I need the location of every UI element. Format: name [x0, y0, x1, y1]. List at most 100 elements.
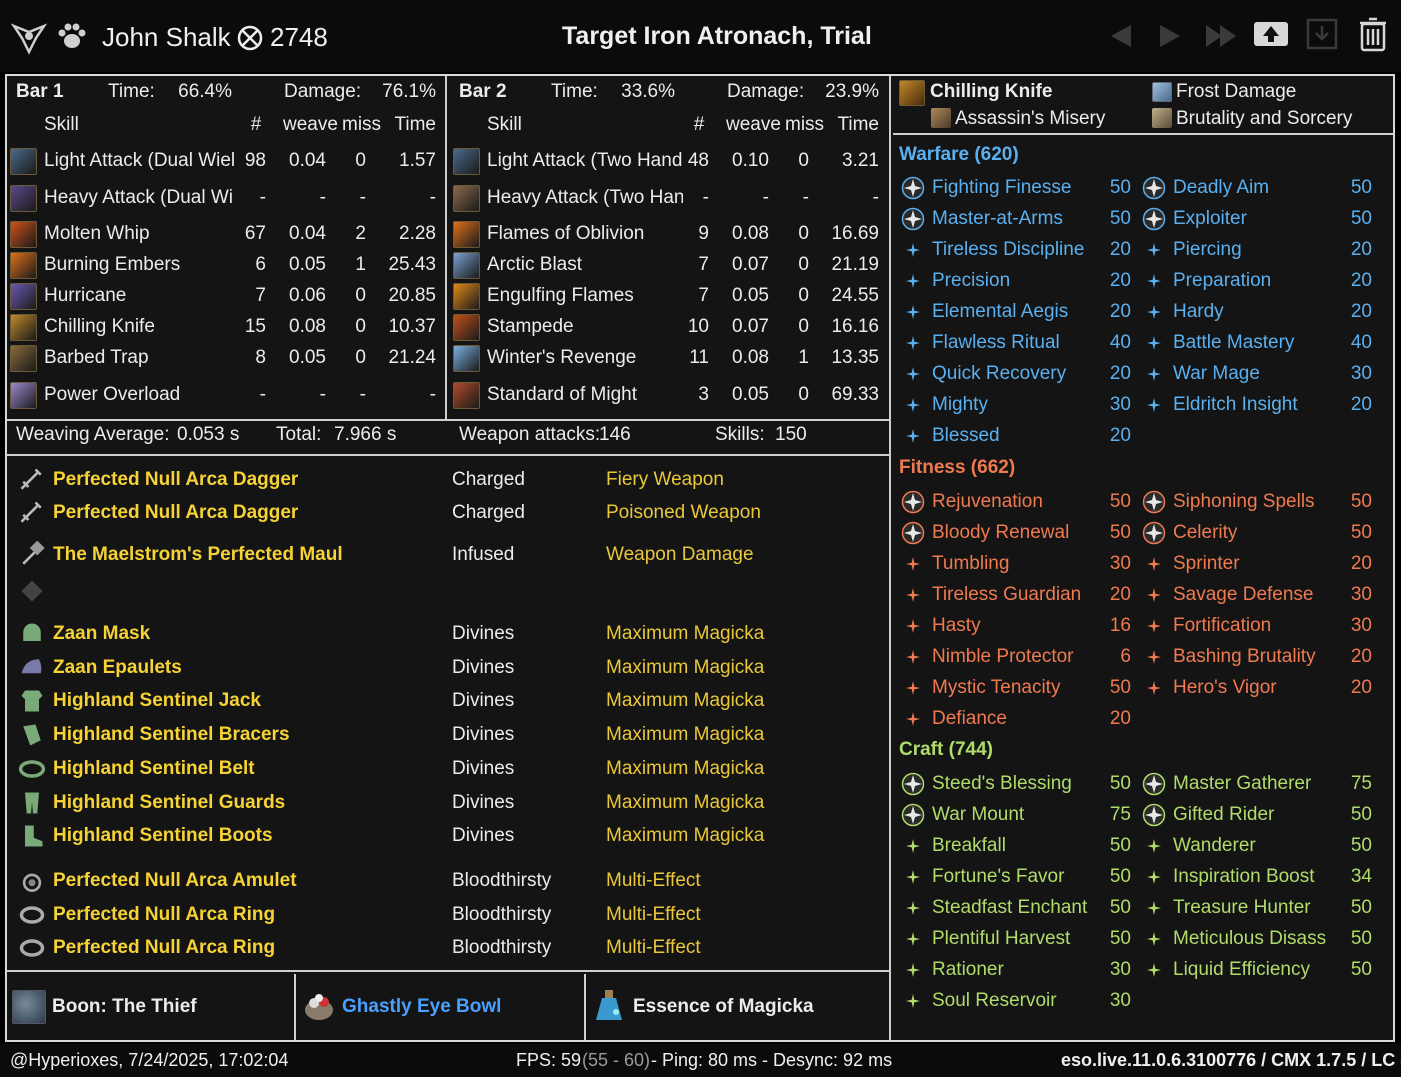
gear-name[interactable]: Perfected Null Arca Dagger [53, 502, 298, 524]
skill-time: 24.55 [831, 285, 879, 306]
bar-time-value: 66.4% [178, 81, 232, 102]
skill-name: Heavy Attack (Dual Wi [44, 187, 233, 208]
champion-points-icon [237, 25, 263, 51]
cp-passive-star-icon [1147, 650, 1161, 664]
gear-trait: Divines [452, 623, 515, 644]
gear-name[interactable]: Perfected Null Arca Ring [53, 937, 275, 959]
cp-name: Sprinter [1173, 553, 1240, 574]
skill-count: - [259, 187, 266, 208]
cp-value: 50 [1350, 177, 1372, 198]
gear-name[interactable]: Highland Sentinel Bracers [53, 724, 290, 746]
gear-enchant: Multi-Effect [606, 904, 701, 925]
bar-label: Bar 1 [16, 81, 64, 102]
skill-name: Molten Whip [44, 223, 150, 244]
gear-enchant: Maximum Magicka [606, 623, 765, 644]
cp-passive-star-icon [1147, 932, 1161, 946]
next-fight-icon[interactable] [1156, 22, 1184, 50]
skill-weave: 0.07 [732, 254, 769, 275]
cp-passive-star-icon [1147, 243, 1161, 257]
cp-value: 30 [1109, 394, 1131, 415]
cp-value: 34 [1350, 866, 1372, 887]
cp-tree-title: Craft (744) [899, 739, 993, 760]
cp-name: Tireless Discipline [932, 239, 1085, 260]
cp-passive-star-icon [906, 557, 920, 571]
skill-icon [453, 252, 480, 279]
gear-name[interactable]: Zaan Epaulets [53, 657, 182, 679]
previous-fight-icon[interactable] [1107, 22, 1135, 50]
legs-icon [25, 792, 39, 814]
skill-icon [453, 345, 480, 372]
cp-tree-title: Fitness (662) [899, 457, 1016, 478]
cp-value: 50 [1109, 897, 1131, 918]
bar-damage-value: 76.1% [382, 81, 436, 102]
gear-trait: Bloodthirsty [452, 937, 552, 958]
champion-header-divider [893, 133, 1393, 135]
cp-name: Liquid Efficiency [1173, 959, 1310, 980]
cp-slotted-star-icon [901, 176, 925, 200]
gear-name[interactable]: Zaan Mask [53, 623, 150, 645]
header-bar: John Shalk 2748 Target Iron Atronach, Tr… [0, 0, 1401, 72]
column-weave: weave [726, 114, 781, 135]
skill-count: 6 [255, 254, 266, 275]
gear-enchant: Maximum Magicka [606, 825, 765, 846]
frost-damage-icon [1152, 82, 1172, 102]
cp-passive-star-icon [906, 429, 920, 443]
cp-value: 30 [1109, 990, 1131, 1011]
shoulder-icon [21, 659, 42, 674]
cp-passive-star-icon [1147, 963, 1161, 977]
cp-name: Meticulous Disass [1173, 928, 1327, 949]
footer-version: eso.live.11.0.6.3100776 / CMX 1.7.5 / LC… [1061, 1050, 1401, 1070]
cp-passive-star-icon [1147, 305, 1161, 319]
skill-icon [10, 185, 37, 212]
gear-name[interactable]: Highland Sentinel Boots [53, 825, 273, 847]
cp-name: Rejuvenation [932, 491, 1043, 512]
skill-weave: 0.04 [289, 150, 326, 171]
save-icon[interactable] [1306, 18, 1338, 50]
column-skill: Skill [487, 114, 522, 135]
assassin-misery-icon [931, 108, 951, 128]
cp-passive-star-icon [1147, 557, 1161, 571]
skill-count: 3 [698, 384, 709, 405]
cp-name: War Mage [1173, 363, 1260, 384]
skill-miss: 1 [355, 254, 366, 275]
cp-passive-star-icon [906, 839, 920, 853]
skill-time: 3.21 [842, 150, 879, 171]
cp-name: Wanderer [1173, 835, 1256, 856]
cp-name: Exploiter [1173, 208, 1247, 229]
cp-name: Soul Reservoir [932, 990, 1057, 1011]
boon-label: Boon: The Thief [52, 996, 197, 1017]
slotted-secondary: Assassin's Misery [955, 108, 1106, 129]
maul-icon [22, 541, 45, 565]
gear-name[interactable]: Perfected Null Arca Dagger [53, 469, 298, 491]
skill-miss: 0 [798, 316, 809, 337]
gear-enchant: Maximum Magicka [606, 724, 765, 745]
footer-fps: FPS: 59 [516, 1050, 582, 1070]
cp-passive-star-icon [906, 274, 920, 288]
cp-value: 50 [1350, 897, 1372, 918]
last-fight-icon[interactable] [1204, 22, 1240, 50]
delete-trash-icon[interactable] [1358, 16, 1388, 52]
cp-name: Fighting Finesse [932, 177, 1072, 198]
cp-name: Steadfast Enchant [932, 897, 1088, 918]
gear-name[interactable]: The Maelstrom's Perfected Maul [53, 544, 343, 566]
cp-name: Master Gatherer [1173, 773, 1312, 794]
skill-count: 67 [244, 223, 266, 244]
bar-time-label: Time: [551, 81, 598, 102]
consumable-divider-1 [294, 974, 296, 1040]
cp-value: 75 [1109, 804, 1131, 825]
skill-name: Flames of Oblivion [487, 223, 645, 244]
skill-icon [10, 314, 37, 341]
bar-damage-label: Damage: [284, 81, 362, 102]
column-count: # [250, 114, 262, 135]
cp-slotted-star-icon [901, 803, 925, 827]
cp-passive-star-icon [1147, 870, 1161, 884]
gear-name[interactable]: Highland Sentinel Guards [53, 792, 285, 814]
skill-miss: 0 [355, 316, 366, 337]
upload-icon[interactable] [1253, 18, 1289, 48]
cp-value: 75 [1350, 773, 1372, 794]
gear-name[interactable]: Perfected Null Arca Amulet [53, 870, 297, 892]
gear-name[interactable]: Highland Sentinel Belt [53, 758, 255, 780]
gear-name[interactable]: Highland Sentinel Jack [53, 690, 261, 712]
gear-name[interactable]: Perfected Null Arca Ring [53, 904, 275, 926]
cp-value: 20 [1109, 301, 1131, 322]
